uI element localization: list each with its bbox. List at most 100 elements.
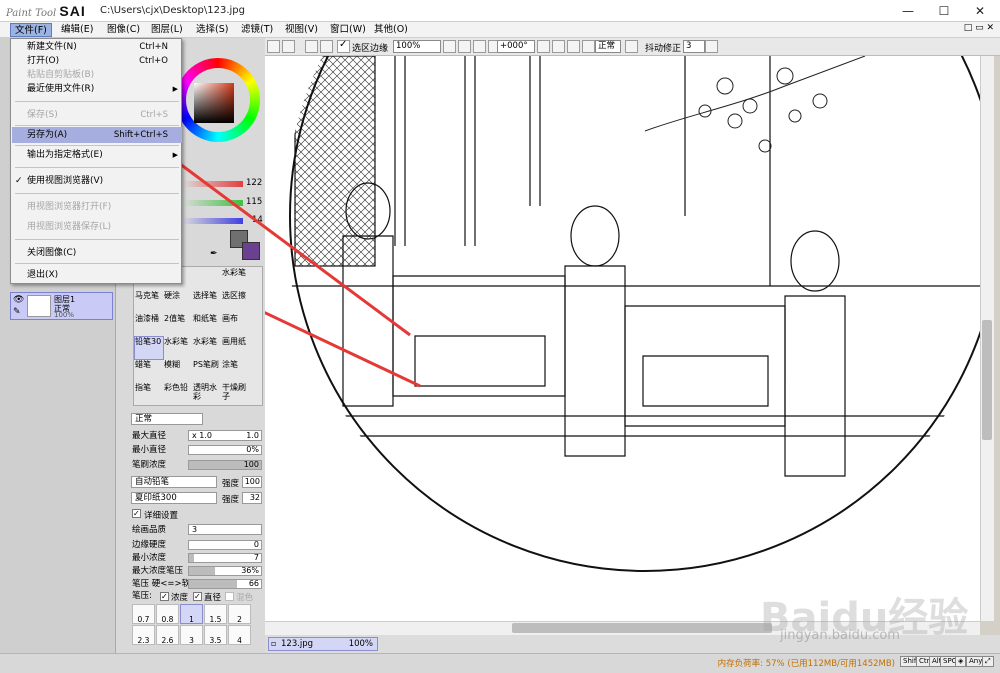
selection-edge-checkbox[interactable]: ✓ — [337, 39, 350, 53]
edge-hardness-bar[interactable]: 0 — [188, 540, 262, 550]
secondary-color-swatch[interactable] — [242, 242, 260, 260]
brush-blend-select[interactable]: 正常 — [131, 413, 203, 425]
rotation-dropdown[interactable] — [537, 40, 550, 53]
zoom-field[interactable]: 100% — [393, 40, 441, 53]
zoom-out-button[interactable] — [458, 40, 471, 53]
blue-slider[interactable] — [181, 218, 243, 224]
brush-crayon[interactable]: 蜡笔 — [135, 360, 163, 382]
vertical-scroll-thumb[interactable] — [982, 320, 992, 440]
zoom-in-button[interactable] — [473, 40, 486, 53]
menu-file[interactable]: 文件(F) — [10, 23, 52, 37]
density-bar[interactable]: 100 — [188, 460, 262, 470]
menu-item-save-as[interactable]: 另存为(A) Shift+Ctrl+S — [12, 127, 182, 143]
brush-watercolor[interactable]: 水彩笔 — [222, 268, 250, 290]
size-cell-selected[interactable]: 1 — [180, 604, 203, 624]
opt-density-checkbox[interactable]: ✓ — [160, 592, 169, 601]
menu-item-save[interactable]: 保存(S) Ctrl+S — [12, 107, 182, 123]
brush-drawing-paper[interactable]: 画用纸 — [222, 337, 250, 359]
size-cell[interactable]: 0.8 — [156, 604, 179, 624]
menu-item-recent[interactable]: 最近使用文件(R) ▶ — [12, 81, 182, 97]
max-size-field[interactable]: x 1.0 1.0 — [188, 430, 262, 441]
maximize-button[interactable]: ☐ — [926, 0, 962, 22]
invert-select-button[interactable] — [320, 40, 333, 53]
brush-smear[interactable]: 涂笔 — [222, 360, 250, 382]
brush-bucket[interactable]: 油漆桶 — [135, 314, 163, 336]
brush-hard[interactable]: 硬涂 — [164, 291, 192, 313]
brush-transparent-watercolor[interactable]: 透明水彩 — [193, 383, 221, 405]
menu-other[interactable]: 其他(O) — [370, 23, 412, 37]
brush-canvas[interactable]: 画布 — [222, 314, 250, 336]
horizontal-scroll-thumb[interactable] — [512, 623, 772, 633]
red-slider[interactable] — [181, 181, 243, 187]
size-cell[interactable]: 3.5 — [204, 625, 227, 645]
menu-item-save-viewer[interactable]: 用视图浏览器保存(L) — [12, 219, 182, 235]
size-cell[interactable]: 4 — [228, 625, 251, 645]
green-slider[interactable] — [181, 200, 243, 206]
size-cell[interactable]: 0.7 — [132, 604, 155, 624]
detail-settings-checkbox[interactable]: ✓ — [132, 509, 141, 518]
close-button[interactable]: ✕ — [962, 0, 998, 22]
mdi-controls[interactable]: □ ▭ ✕ — [964, 23, 994, 33]
brush-watercolor-3[interactable]: 水彩笔 — [193, 337, 221, 359]
menu-window[interactable]: 窗口(W) — [326, 23, 370, 37]
brush-select-erase[interactable]: 选区擦 — [222, 291, 250, 313]
brush-marker[interactable]: 马克笔 — [135, 291, 163, 313]
zoom-dropdown[interactable] — [443, 40, 456, 53]
opt-blend-checkbox[interactable] — [225, 592, 234, 601]
opt-size-checkbox[interactable]: ✓ — [193, 592, 202, 601]
menu-item-export[interactable]: 输出为指定格式(E) ▶ — [12, 147, 182, 163]
redo-button[interactable] — [282, 40, 295, 53]
brush-colored-pencil[interactable]: 彩色铅 — [164, 383, 192, 405]
menu-item-exit[interactable]: 退出(X) — [12, 267, 182, 283]
brush-select-pen[interactable]: 选择笔 — [193, 291, 221, 313]
rotate-left-button[interactable] — [552, 40, 565, 53]
size-cell[interactable]: 2.3 — [132, 625, 155, 645]
sv-square[interactable] — [194, 83, 234, 123]
brush-binary[interactable]: 2值笔 — [164, 314, 192, 336]
stabilizer-dropdown[interactable] — [705, 40, 718, 53]
shape-strength-field[interactable]: 100 — [242, 476, 262, 488]
blend-mode-field[interactable]: 正常 — [595, 40, 621, 53]
menu-select[interactable]: 选择(S) — [192, 23, 232, 37]
minimize-button[interactable]: — — [890, 0, 926, 22]
menu-edit[interactable]: 编辑(E) — [57, 23, 97, 37]
eyedropper-icon[interactable]: ✒ — [210, 249, 218, 259]
menu-item-use-viewer[interactable]: ✓ 使用视图浏览器(V) — [12, 173, 182, 189]
brush-dry[interactable]: 干燥刷子 — [222, 383, 250, 405]
eye-icon[interactable]: 👁 — [13, 295, 24, 305]
brush-pencil30[interactable]: 铅笔30 — [134, 336, 164, 360]
canvas[interactable] — [265, 56, 980, 621]
pressure-bar[interactable]: 66 — [188, 579, 262, 589]
min-density-bar[interactable]: 7 — [188, 553, 262, 563]
size-cell[interactable]: 2 — [228, 604, 251, 624]
blend-toggle[interactable] — [625, 40, 638, 53]
brush-texture-select[interactable]: 夏印纸300 — [131, 492, 217, 504]
brush-washi[interactable]: 和纸笔 — [193, 314, 221, 336]
brush-ps[interactable]: PS笔刷 — [193, 360, 221, 382]
undo-button[interactable] — [267, 40, 280, 53]
size-cell[interactable]: 1.5 — [204, 604, 227, 624]
texture-strength-field[interactable]: 32 — [242, 492, 262, 504]
menu-image[interactable]: 图像(C) — [103, 23, 144, 37]
brush-blur[interactable]: 模糊 — [164, 360, 192, 382]
rotation-field[interactable]: +000° — [497, 40, 535, 53]
stabilizer-field[interactable]: 3 — [683, 40, 705, 53]
rotate-right-button[interactable] — [567, 40, 580, 53]
max-density-press-bar[interactable]: 36% — [188, 566, 262, 576]
brush-shape-select[interactable]: 自动铅笔 — [131, 476, 217, 488]
resize-grip-icon[interactable]: ⤢ — [982, 656, 994, 667]
menu-view[interactable]: 视图(V) — [281, 23, 322, 37]
menu-layer[interactable]: 图层(L) — [147, 23, 187, 37]
brush-watercolor-2[interactable]: 水彩笔 — [164, 337, 192, 359]
quality-select[interactable]: 3 — [188, 524, 262, 535]
deselect-button[interactable] — [305, 40, 318, 53]
menu-item-close[interactable]: 关闭图像(C) — [12, 245, 182, 261]
min-size-bar[interactable]: 0% — [188, 445, 262, 455]
size-cell[interactable]: 2.6 — [156, 625, 179, 645]
size-cell[interactable]: 3 — [180, 625, 203, 645]
brush-finger[interactable]: 指笔 — [135, 383, 163, 405]
menu-filter[interactable]: 滤镜(T) — [237, 23, 277, 37]
menu-item-open-viewer[interactable]: 用视图浏览器打开(F) — [12, 199, 182, 215]
document-tab[interactable]: ▫ 123.jpg 100% — [268, 637, 378, 651]
flip-button[interactable] — [582, 40, 595, 53]
